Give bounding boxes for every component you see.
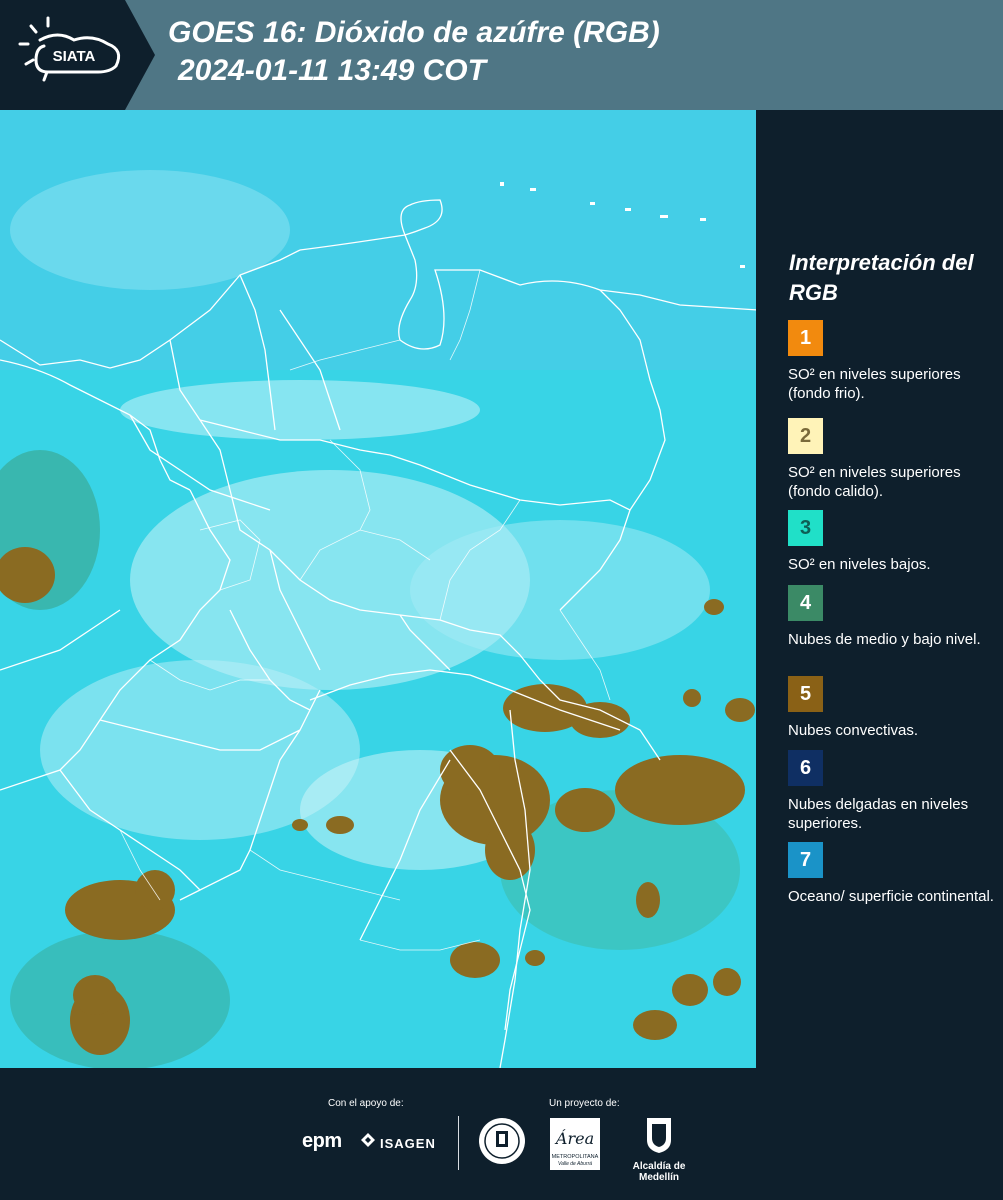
legend-item-1: 1 SO² en niveles superiores (fondo frio)… [788, 320, 998, 403]
area-metropolitana-logo[interactable]: Área METROPOLITANA Valle de Aburrá [550, 1118, 600, 1170]
legend-swatch: 6 [788, 750, 823, 786]
project-label: Un proyecto de: [549, 1098, 620, 1109]
footer-divider [458, 1116, 459, 1170]
satellite-map[interactable] [0, 110, 758, 1068]
map-edge [756, 110, 758, 1068]
legend-swatch: 2 [788, 418, 823, 454]
legend-item-4: 4 Nubes de medio y bajo nivel. [788, 585, 998, 649]
logo-text: SIATA [53, 48, 96, 65]
area-logo-mark: Área [554, 1128, 594, 1148]
legend-swatch: 4 [788, 585, 823, 621]
thin-cloud [120, 380, 480, 440]
page-title: GOES 16: Dióxido de azúfre (RGB) 2024-01… [168, 14, 660, 90]
area-logo-sub: Valle de Aburrá [558, 1161, 592, 1167]
title-product: GOES 16: Dióxido de azúfre (RGB) [168, 16, 660, 49]
legend-label: SO² en niveles bajos. [788, 556, 931, 573]
alcaldia-logo[interactable]: Alcaldía de Medellín [614, 1116, 704, 1183]
legend-label: SO² en niveles superiores (fondo calido)… [788, 464, 961, 500]
legend-item-7: 7 Oceano/ superficie continental. [788, 842, 998, 906]
footer: Con el apoyo de: Un proyecto de: epm ISA… [0, 1068, 1003, 1200]
legend-label: Nubes de medio y bajo nivel. [788, 631, 981, 648]
legend-item-2: 2 SO² en niveles superiores (fondo calid… [788, 418, 998, 501]
legend-label: Nubes convectivas. [788, 722, 919, 739]
medellin-seal-icon[interactable] [477, 1116, 527, 1166]
legend-swatch: 3 [788, 510, 823, 546]
legend-item-3: 3 SO² en niveles bajos. [788, 510, 998, 574]
legend-swatch: 5 [788, 676, 823, 712]
isagen-logo[interactable]: ISAGEN [380, 1136, 436, 1151]
legend-panel: Interpretación del RGB 1 SO² en niveles … [760, 110, 1003, 1068]
legend-label: SO² en niveles superiores (fondo frio). [788, 366, 961, 402]
title-datetime: 2024-01-11 13:49 COT [178, 54, 486, 87]
legend-swatch: 7 [788, 842, 823, 878]
isagen-icon [361, 1133, 375, 1147]
area-logo-text: METROPOLITANA [552, 1154, 599, 1160]
legend-title: Interpretación del RGB [789, 250, 974, 305]
epm-logo[interactable]: epm [302, 1130, 342, 1153]
legend-item-6: 6 Nubes delgadas en niveles superiores. [788, 750, 998, 833]
legend-item-5: 5 Nubes convectivas. [788, 676, 998, 740]
alcaldia-shield-icon [647, 1118, 671, 1153]
cloud-patch [410, 520, 710, 660]
legend-swatch: 1 [788, 320, 823, 356]
siata-logo[interactable]: SIATA [0, 0, 155, 110]
legend-label: Nubes delgadas en niveles superiores. [788, 796, 969, 832]
legend-label: Oceano/ superficie continental. [788, 888, 994, 905]
header-bar: SIATA GOES 16: Dióxido de azúfre (RGB) 2… [0, 0, 1003, 110]
support-label: Con el apoyo de: [328, 1098, 404, 1109]
alcaldia-text: Alcaldía de Medellín [632, 1161, 686, 1183]
